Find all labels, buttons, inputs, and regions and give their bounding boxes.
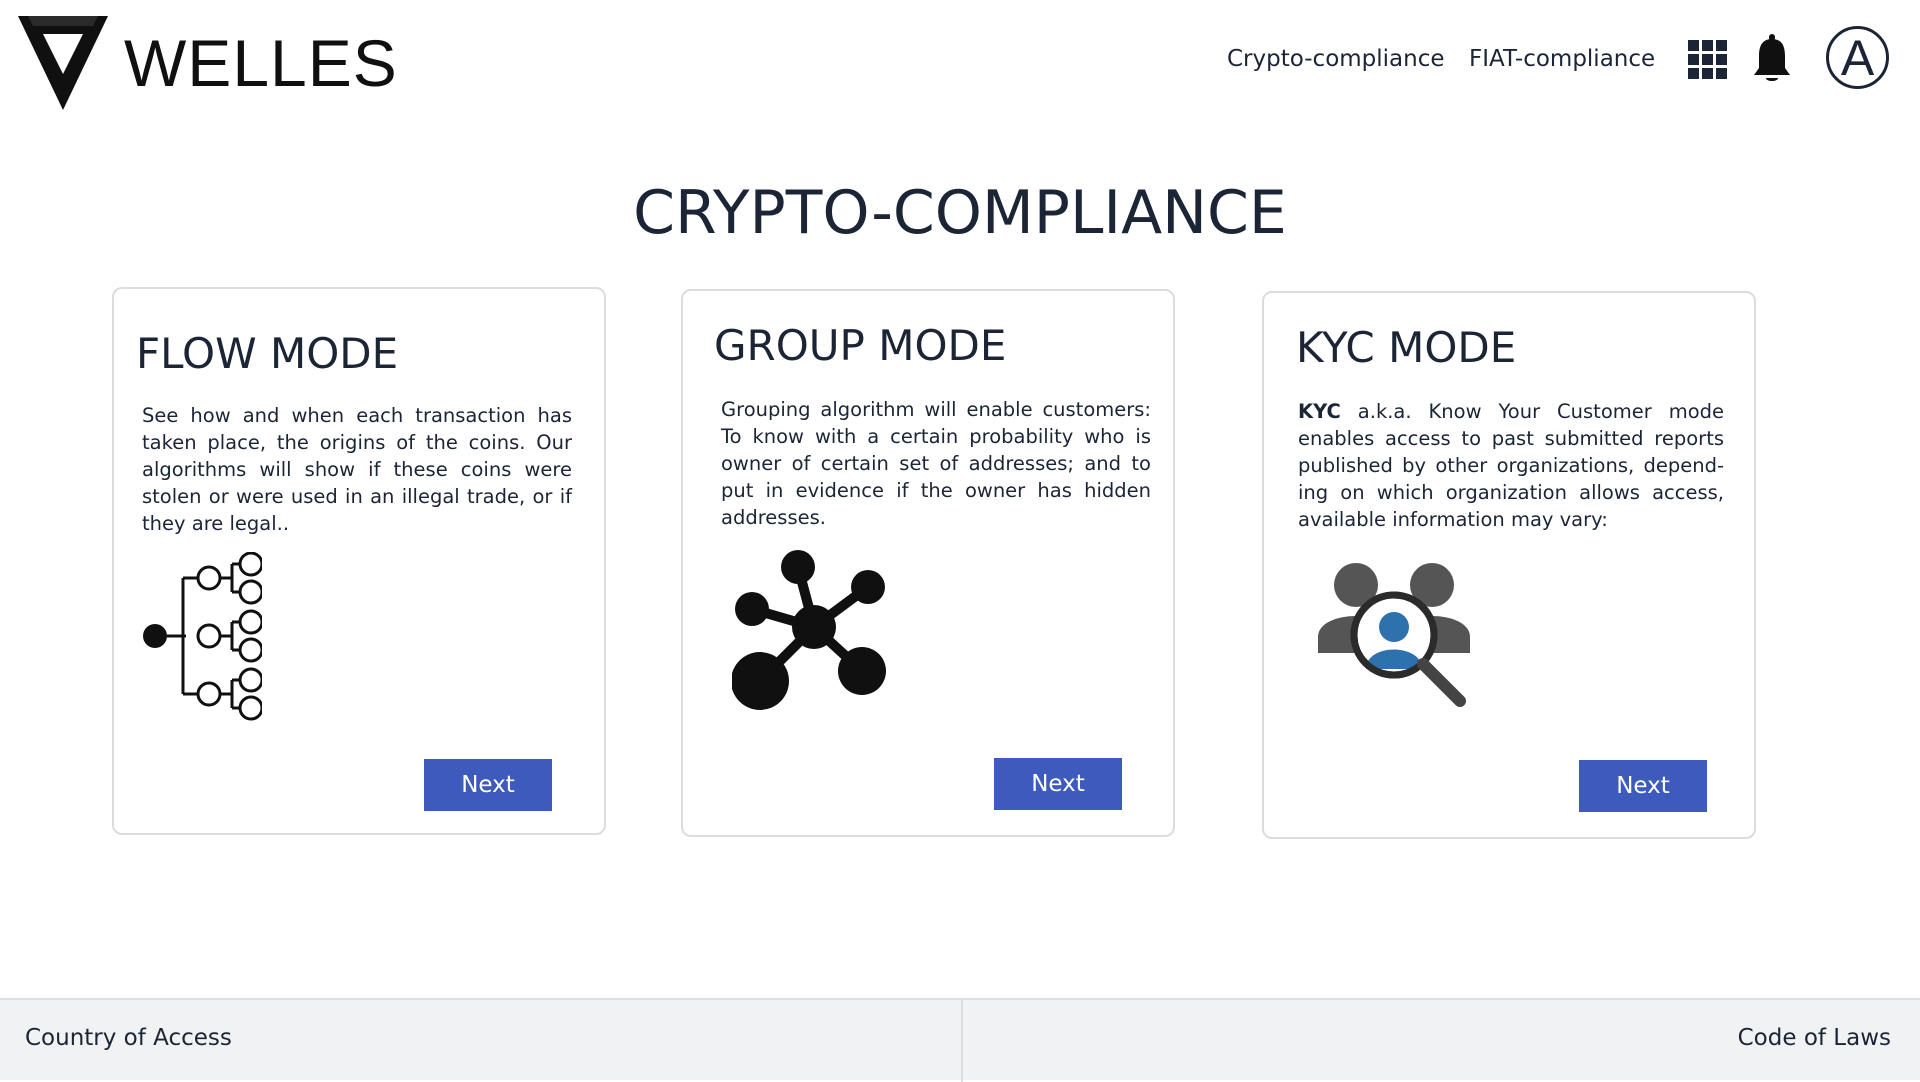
- kyc-mode-card: KYC MODE KYC a.k.a. Know Your Customer m…: [1262, 291, 1756, 839]
- footer-divider: [961, 1000, 963, 1082]
- bell-icon[interactable]: [1752, 34, 1792, 84]
- network-graph-icon: [732, 550, 886, 710]
- footer: Country of Access Code of Laws: [0, 998, 1920, 1082]
- group-next-button[interactable]: Next: [994, 758, 1122, 810]
- brand-logo[interactable]: WELLES: [18, 16, 398, 110]
- card-description: See how and when each transaction has ta…: [142, 404, 572, 535]
- card-title: KYC MODE: [1296, 323, 1517, 372]
- nav-crypto-compliance[interactable]: Crypto-compliance: [1227, 46, 1445, 72]
- welles-logo-icon: [18, 16, 108, 110]
- kyc-abbreviation: KYC: [1298, 400, 1341, 423]
- brand-name: WELLES: [124, 26, 398, 100]
- country-of-access-link[interactable]: Country of Access: [25, 1025, 232, 1051]
- kyc-description-text: a.k.a. Know Your Customer mode enables a…: [1298, 400, 1724, 531]
- page-title: CRYPTO-COMPLIANCE: [633, 178, 1287, 248]
- card-description: KYC a.k.a. Know Your Customer mode enabl…: [1298, 398, 1724, 533]
- card-title: FLOW MODE: [136, 329, 399, 378]
- transaction-tree-icon: [143, 552, 262, 721]
- group-mode-card: GROUP MODE Grouping algorithm will enabl…: [681, 289, 1175, 837]
- card-title: GROUP MODE: [714, 321, 1007, 370]
- flow-mode-card: FLOW MODE See how and when each transact…: [112, 287, 606, 835]
- flow-next-button[interactable]: Next: [424, 759, 552, 811]
- apps-grid-icon[interactable]: [1688, 40, 1728, 80]
- card-description: Grouping algorithm will enable customers…: [721, 398, 1151, 529]
- user-avatar[interactable]: A: [1826, 26, 1889, 89]
- customer-search-icon: [1318, 563, 1470, 707]
- kyc-next-button[interactable]: Next: [1579, 760, 1707, 812]
- code-of-laws-link[interactable]: Code of Laws: [1738, 1025, 1891, 1051]
- nav-fiat-compliance[interactable]: FIAT-compliance: [1469, 46, 1655, 72]
